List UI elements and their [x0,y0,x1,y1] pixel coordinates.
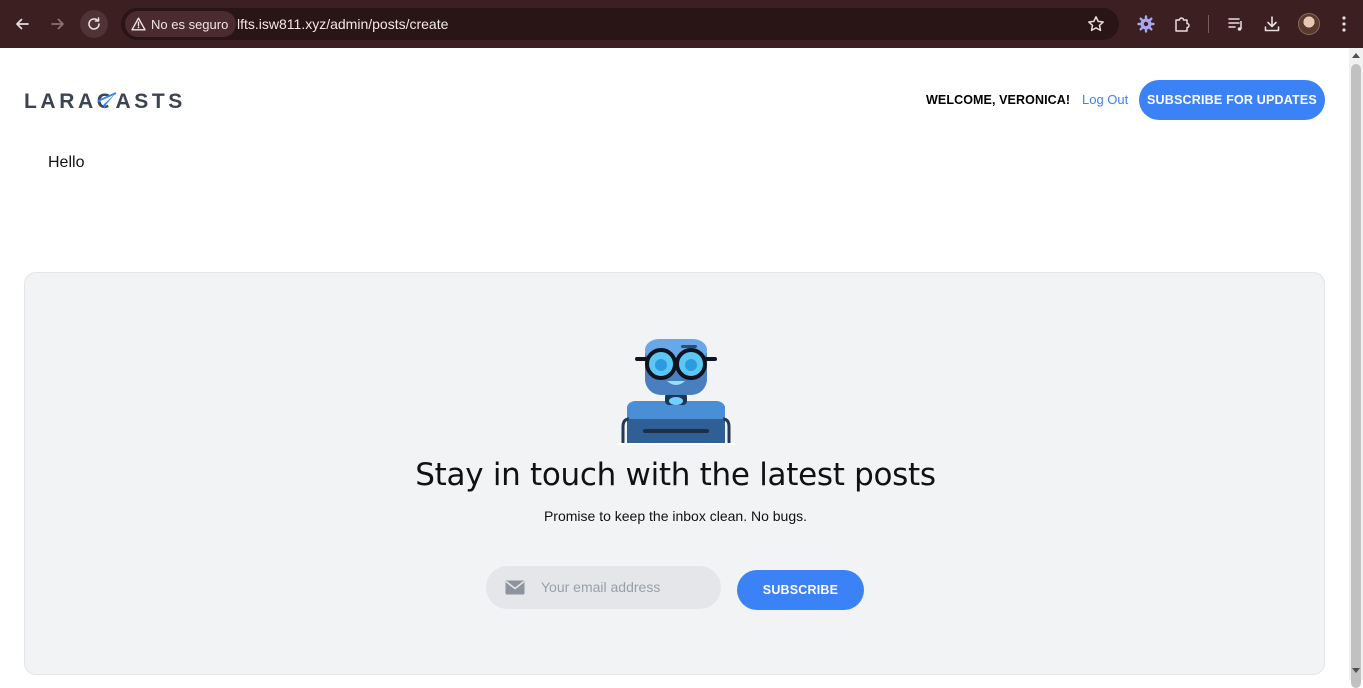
browser-toolbar: No es seguro lfts.isw811.xyz/admin/posts… [0,0,1363,48]
more-menu-icon[interactable] [1332,12,1356,36]
main-content-text: Hello [48,154,85,171]
extension-gear-icon[interactable] [1134,12,1158,36]
web-page: LARACASTS WELCOME, VERONICA! Log Out SUB… [0,48,1349,680]
toolbar-divider [1208,15,1209,33]
arrow-left-icon [16,18,29,30]
security-chip[interactable]: No es seguro [125,11,237,37]
download-icon[interactable] [1260,12,1284,36]
email-input[interactable] [541,576,711,598]
scroll-down-arrow-icon[interactable] [1352,668,1360,673]
back-button[interactable] [8,10,36,38]
reload-button[interactable] [80,10,108,38]
url-text: lfts.isw811.xyz/admin/posts/create [237,16,449,32]
welcome-message: WELCOME, VERONICA! [926,93,1071,107]
media-queue-icon[interactable] [1224,12,1248,36]
scrollbar-thumb[interactable] [1351,64,1361,688]
subscribe-button[interactable]: SUBSCRIBE [737,570,864,610]
bookmark-star-icon[interactable] [1087,15,1105,33]
page-scrollbar[interactable] [1349,48,1363,688]
newsletter-section: Stay in touch with the latest posts Prom… [24,272,1325,675]
subscribe-updates-button[interactable]: SUBSCRIBE FOR UPDATES [1139,80,1325,120]
warning-icon [131,17,146,31]
email-field-container[interactable] [486,566,721,609]
newsletter-subtitle: Promise to keep the inbox clean. No bugs… [543,508,808,524]
security-label: No es seguro [151,16,229,32]
paper-plane-icon [97,92,117,109]
mail-icon [505,580,525,595]
logout-link[interactable]: Log Out [1082,92,1128,107]
newsletter-title: Stay in touch with the latest posts [415,457,936,493]
scroll-up-arrow-icon[interactable] [1352,53,1360,58]
arrow-right-icon [51,18,64,30]
profile-avatar[interactable] [1298,13,1320,35]
extensions-puzzle-icon[interactable] [1170,12,1194,36]
robot-mascot-illustration [616,339,736,445]
address-bar[interactable]: No es seguro lfts.isw811.xyz/admin/posts… [121,8,1119,40]
reload-icon [88,17,100,30]
forward-button[interactable] [44,10,72,38]
